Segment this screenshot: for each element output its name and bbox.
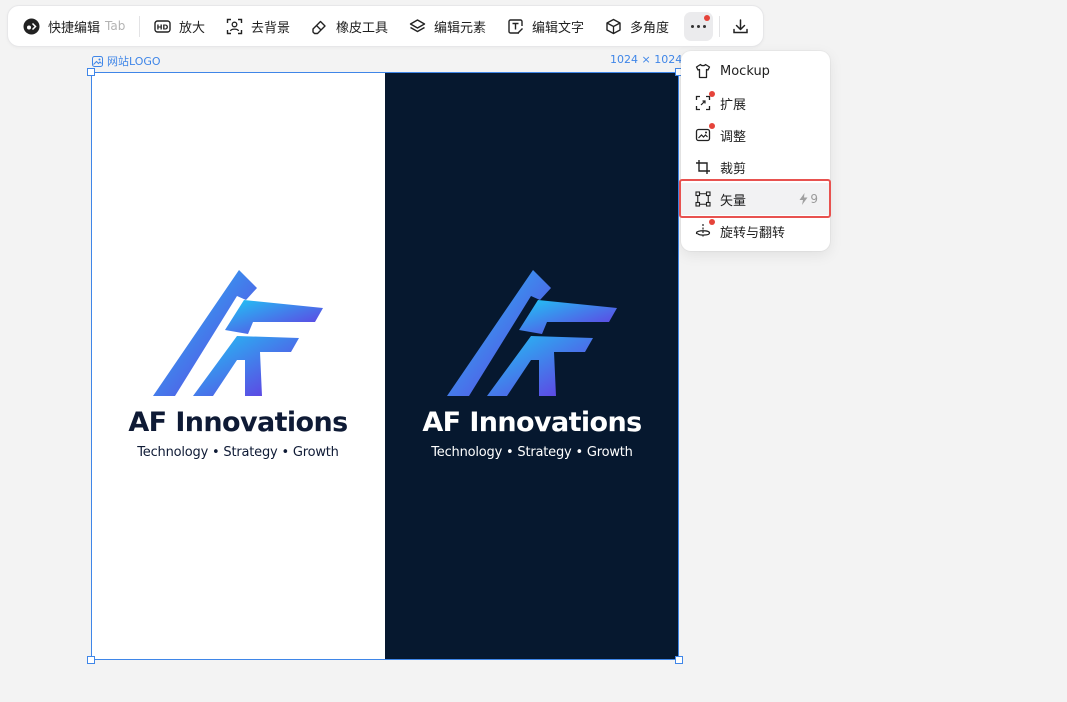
lightning-icon <box>799 193 808 205</box>
logo-light-version: AF Innovations Technology • Strategy • G… <box>91 72 385 660</box>
edit-text-label: 编辑文字 <box>532 20 585 36</box>
af-logo-mark <box>447 270 617 396</box>
menu-item-label: 调整 <box>720 129 747 145</box>
quick-edit-button[interactable]: 快捷编辑 Tab <box>23 6 125 46</box>
image-icon <box>92 55 103 67</box>
top-toolbar: 快捷编辑 Tab HD 放大 去背景 橡皮工具 编辑元素 编辑文字 多角度 <box>7 5 764 47</box>
menu-item-label: Mockup <box>720 63 770 79</box>
brand-tagline: Technology • Strategy • Growth <box>137 445 339 460</box>
menu-item-mockup[interactable]: Mockup <box>681 55 830 87</box>
canvas-size-label: 1024 × 1024 <box>610 53 683 66</box>
menu-item-crop[interactable]: 裁剪 <box>681 151 830 183</box>
toolbar-divider <box>719 16 720 37</box>
resize-handle-bottom-right[interactable] <box>675 656 683 664</box>
quick-edit-icon <box>23 18 40 34</box>
menu-item-label: 矢量 <box>720 193 747 209</box>
quick-edit-shortcut-hint: Tab <box>105 19 126 33</box>
logo-dark-version: AF Innovations Technology • Strategy • G… <box>385 72 679 660</box>
notification-dot <box>709 123 715 129</box>
eraser-button[interactable]: 橡皮工具 <box>311 6 388 46</box>
expand-icon <box>695 91 715 111</box>
menu-item-adjust[interactable]: 调整 <box>681 119 830 151</box>
toolbar-divider <box>139 16 140 37</box>
upscale-label: 放大 <box>179 20 206 36</box>
multi-angle-button[interactable]: 多角度 <box>605 6 669 46</box>
more-options-button[interactable] <box>684 12 713 41</box>
layers-icon <box>409 18 426 32</box>
menu-item-vector[interactable]: 矢量 9 <box>681 183 830 215</box>
edit-elements-label: 编辑元素 <box>434 20 487 36</box>
rotate-flip-icon <box>695 219 715 239</box>
menu-item-label: 旋转与翻转 <box>720 225 786 241</box>
resize-handle-bottom-left[interactable] <box>87 656 95 664</box>
notification-dot <box>709 219 715 225</box>
image-canvas[interactable]: AF Innovations Technology • Strategy • G… <box>91 72 679 660</box>
remove-background-icon <box>226 18 243 34</box>
tshirt-icon <box>695 63 711 79</box>
remove-background-label: 去背景 <box>251 20 291 36</box>
more-dots-icon-dot <box>697 25 700 28</box>
notification-dot <box>709 91 715 97</box>
menu-item-expand[interactable]: 扩展 <box>681 87 830 119</box>
edit-text-button[interactable]: 编辑文字 <box>507 6 584 46</box>
download-button[interactable] <box>726 12 755 41</box>
menu-item-label: 扩展 <box>720 97 747 113</box>
multi-angle-label: 多角度 <box>630 20 670 36</box>
more-dots-icon-dot <box>703 25 706 28</box>
hd-icon: HD <box>154 19 171 33</box>
brand-name: AF Innovations <box>422 407 642 438</box>
cube-icon <box>606 18 621 34</box>
quick-edit-label: 快捷编辑 <box>48 20 101 36</box>
upscale-button[interactable]: HD 放大 <box>154 6 205 46</box>
more-dots-icon <box>691 25 694 28</box>
canvas-name[interactable]: 网站LOGO <box>92 53 161 69</box>
menu-item-rotate-flip[interactable]: 旋转与翻转 <box>681 215 830 247</box>
brand-tagline: Technology • Strategy • Growth <box>431 445 633 460</box>
vector-icon <box>695 191 711 207</box>
canvas-size: 1024 × 1024 <box>610 53 682 66</box>
eraser-label: 橡皮工具 <box>336 20 389 36</box>
more-options-menu: Mockup 扩展 调整 裁剪 矢量 9 旋转与翻转 <box>681 51 830 251</box>
remove-background-button[interactable]: 去背景 <box>226 6 290 46</box>
brand-name: AF Innovations <box>128 407 348 438</box>
crop-icon <box>695 159 711 175</box>
edit-text-icon <box>508 18 523 34</box>
credit-cost-value: 9 <box>810 192 818 206</box>
notification-dot <box>704 15 710 21</box>
menu-item-label: 裁剪 <box>720 161 747 177</box>
download-icon <box>733 19 748 34</box>
adjust-image-icon <box>695 123 715 143</box>
af-logo-mark <box>153 270 323 396</box>
credit-cost: 9 <box>799 183 818 215</box>
resize-handle-top-left[interactable] <box>87 68 95 76</box>
svg-text:HD: HD <box>157 23 169 31</box>
edit-elements-button[interactable]: 编辑元素 <box>409 6 486 46</box>
canvas-name-label: 网站LOGO <box>107 55 161 68</box>
eraser-icon <box>312 20 326 34</box>
